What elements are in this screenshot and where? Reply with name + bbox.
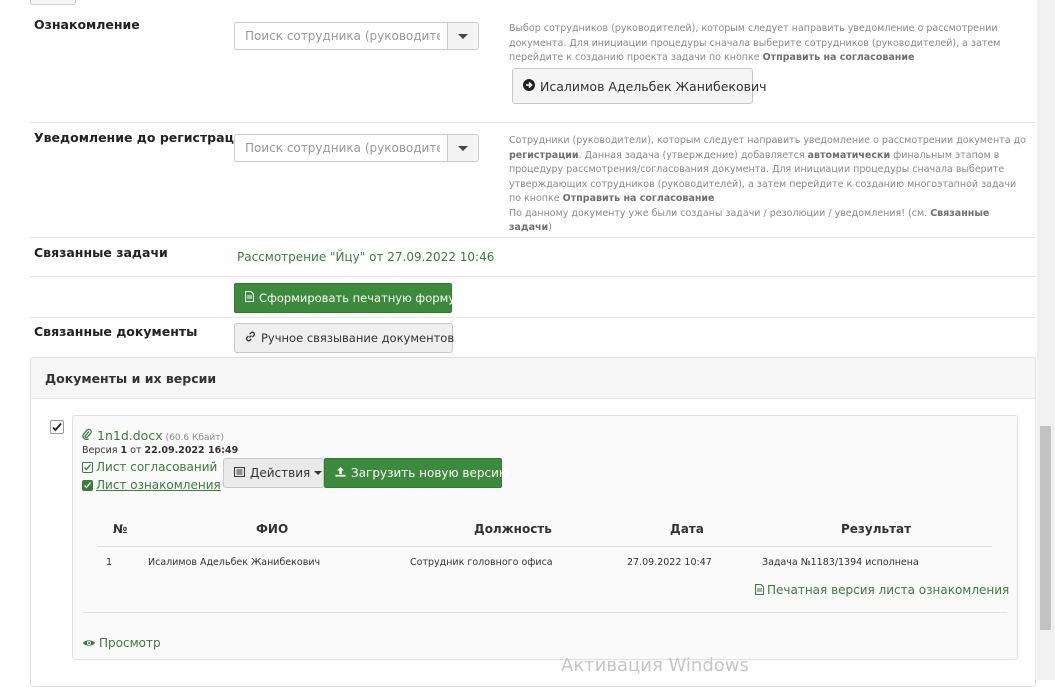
pre-registration-hint: Сотрудники (руководители), которым следу…	[509, 134, 1029, 236]
view-link[interactable]: Просмотр	[99, 636, 161, 650]
scrollbar-thumb[interactable]	[1040, 426, 1051, 630]
windows-activation-watermark: Активация Windows	[561, 655, 749, 676]
familiarization-hint: Выбор сотрудников (руководителей), котор…	[509, 22, 1029, 66]
hint-part: )	[548, 222, 552, 233]
pre-registration-search-input[interactable]: Поиск сотрудника (руководителя)	[245, 141, 440, 155]
pre-registration-search-select[interactable]: Поиск сотрудника (руководителя)	[234, 134, 479, 162]
employee-button-label: Исалимов Адельбек Жанибекович	[540, 78, 767, 94]
caret-down-icon	[458, 34, 468, 39]
actions-dropdown-button[interactable]: Действия	[223, 458, 324, 488]
table-cell-date: 27.09.2022 10:47	[627, 557, 712, 568]
table-cell-num: 1	[106, 557, 113, 568]
top-button-stub[interactable]	[30, 0, 76, 5]
related-tasks-label: Связанные задачи	[34, 245, 168, 260]
document-select-checkbox[interactable]	[50, 420, 64, 434]
print-version-item[interactable]: Печатная версия листа ознакомления	[754, 580, 1009, 599]
manual-link-button[interactable]: Ручное связывание документов	[234, 323, 455, 353]
divider	[30, 237, 1036, 238]
related-docs-label: Связанные документы	[34, 324, 198, 339]
version-mid: от	[127, 445, 145, 456]
table-header-position: Должность	[474, 522, 552, 536]
file-size: (60.6 Кбайт)	[165, 433, 225, 443]
table-cell-name: Исалимов Адельбек Жанибекович	[148, 557, 321, 568]
file-name-link[interactable]: 1n1d.docx	[97, 428, 163, 443]
view-item[interactable]: Просмотр	[82, 633, 161, 652]
employee-button[interactable]: Исалимов Адельбек Жанибекович	[512, 68, 766, 104]
table-header-name: ФИО	[256, 522, 289, 536]
hint-part: . Данная задача (утверждение) добавляетс…	[578, 149, 808, 161]
print-form-button[interactable]: Сформировать печатную форму	[234, 283, 456, 313]
version-date: 22.09.2022 16:49	[144, 445, 239, 456]
approvals-sheet-item[interactable]: Лист согласований	[82, 460, 217, 474]
familiarization-search-select[interactable]: Поиск сотрудника (руководителя)	[234, 22, 479, 50]
card-divider	[82, 612, 1007, 613]
related-task-link[interactable]: Рассмотрение "Йцу" от 27.09.2022 10:46	[237, 250, 494, 264]
pre-registration-label: Уведомление до регистрации	[34, 130, 252, 145]
eye-icon	[82, 633, 96, 652]
paperclip-icon	[82, 425, 92, 444]
familiarization-dropdown-button[interactable]	[447, 23, 478, 49]
link-icon	[245, 331, 256, 345]
hint-bold: регистрации	[509, 149, 579, 161]
table-header-result: Результат	[841, 522, 912, 536]
familiarization-sheet-link[interactable]: Лист ознакомления	[96, 478, 221, 492]
table-header-date: Дата	[670, 522, 704, 536]
pre-registration-dropdown-button[interactable]	[447, 135, 478, 161]
caret-down-icon	[314, 471, 323, 475]
check-icon	[51, 422, 63, 436]
upload-icon	[335, 466, 346, 480]
table-cell-position: Сотрудник головного офиса	[410, 557, 553, 568]
file-icon	[244, 290, 255, 305]
familiarization-label: Ознакомление	[34, 17, 140, 32]
table-cell-result: Задача №1183/1394 исполнена	[762, 557, 919, 568]
manual-link-button-label: Ручное связывание документов	[261, 331, 455, 345]
hint-bold: Отправить на согласование	[562, 193, 715, 204]
table-header-divider	[97, 546, 992, 547]
hint-part: Сотрудники (руководители), которым следу…	[509, 135, 1026, 146]
approvals-sheet-link[interactable]: Лист согласований	[96, 460, 217, 474]
version-prefix: Версия	[82, 445, 121, 456]
list-icon	[234, 466, 245, 480]
documents-panel-title: Документы и их версии	[45, 371, 217, 386]
hint-part: По данному документу уже были созданы за…	[509, 207, 931, 219]
hint-bold: автоматически	[807, 149, 891, 161]
divider	[30, 122, 1036, 123]
familiarization-sheet-item[interactable]: Лист ознакомления	[82, 478, 221, 492]
arrow-circle-right-icon	[523, 78, 535, 94]
familiarization-sheet-checkbox[interactable]	[82, 479, 93, 491]
familiarization-search-input[interactable]: Поиск сотрудника (руководителя)	[245, 29, 440, 43]
table-header-num: №	[113, 522, 128, 536]
upload-new-version-button[interactable]: Загрузить новую версию	[324, 458, 509, 488]
divider	[30, 317, 1036, 318]
approvals-sheet-checkbox[interactable]	[82, 461, 93, 473]
file-version-info: Версия 1 от 22.09.2022 16:49	[82, 445, 238, 456]
upload-button-label: Загрузить новую версию	[351, 466, 509, 480]
actions-button-label: Действия	[250, 466, 311, 480]
file-name-row: 1n1d.docx (60.6 Кбайт)	[82, 425, 224, 444]
file-icon	[754, 580, 765, 599]
divider	[30, 276, 1036, 277]
familiarization-hint-text: Выбор сотрудников (руководителей), котор…	[509, 23, 1001, 63]
familiarization-hint-bold: Отправить на согласование	[762, 52, 915, 63]
caret-down-icon	[458, 146, 468, 151]
print-form-button-label: Сформировать печатную форму	[259, 291, 456, 305]
print-version-link[interactable]: Печатная версия листа ознакомления	[767, 583, 1009, 597]
